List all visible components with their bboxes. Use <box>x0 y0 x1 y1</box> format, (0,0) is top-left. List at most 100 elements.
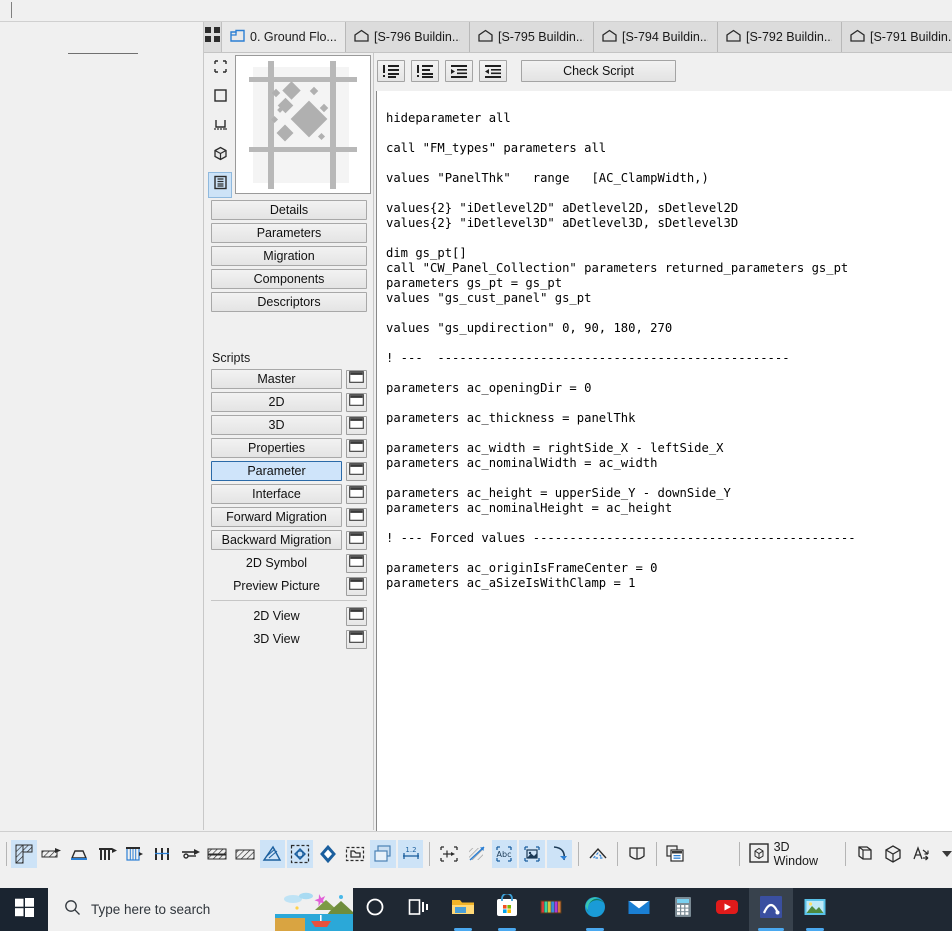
photos-icon <box>802 894 828 925</box>
section-tool[interactable] <box>585 840 611 868</box>
figure-tool[interactable] <box>519 840 545 868</box>
perspective-cube-icon[interactable] <box>880 840 906 868</box>
mesh-tool[interactable] <box>287 840 313 868</box>
taskbar-task-view-button[interactable] <box>397 888 441 931</box>
microsoft-edge-icon <box>582 894 608 925</box>
dropdown-caret-icon[interactable] <box>941 851 952 857</box>
dimension-tool[interactable]: 1.2 <box>397 840 424 868</box>
elevation-tool[interactable] <box>624 840 650 868</box>
script-button-parameter[interactable]: Parameter <box>211 461 342 481</box>
check-script-button[interactable]: Check Script <box>521 60 676 82</box>
script-button-properties[interactable]: Properties <box>211 438 342 458</box>
script-button-preview-picture[interactable]: Preview Picture <box>211 576 342 596</box>
open-view-window-button[interactable] <box>346 629 367 649</box>
object-tool[interactable] <box>315 840 341 868</box>
open-script-window-button[interactable] <box>346 553 367 573</box>
outdent-button[interactable] <box>479 60 507 82</box>
view-button-2d-view[interactable]: 2D View <box>211 606 342 626</box>
script-button-forward-migration[interactable]: Forward Migration <box>211 507 342 527</box>
windows-start-button[interactable] <box>0 888 48 931</box>
script-row: Forward Migration <box>211 507 367 527</box>
selection-rect-button[interactable] <box>208 56 232 82</box>
document-tab[interactable]: 0. Ground Flo... <box>222 22 346 52</box>
open-script-window-button[interactable] <box>346 369 367 389</box>
taskbar-file-explorer-button[interactable] <box>441 888 485 931</box>
symbol-button[interactable] <box>208 114 232 140</box>
level-dimension-tool[interactable] <box>464 840 490 868</box>
comment-lines-button[interactable] <box>377 60 405 82</box>
shell-tool[interactable] <box>232 840 258 868</box>
script-button-3d[interactable]: 3D <box>211 415 342 435</box>
axonometric-view-icon[interactable] <box>852 840 878 868</box>
open-script-window-button[interactable] <box>346 530 367 550</box>
taskbar-calculator-button[interactable] <box>661 888 705 931</box>
indent-button[interactable] <box>445 60 473 82</box>
script-button-2d[interactable]: 2D <box>211 392 342 412</box>
taskbar-winrar-button[interactable] <box>529 888 573 931</box>
arrow-tool[interactable] <box>177 840 203 868</box>
wall-tool[interactable] <box>10 840 37 868</box>
taskbar-photos-button[interactable] <box>793 888 837 931</box>
window-icon <box>349 577 364 595</box>
taskbar-microsoft-store-button[interactable] <box>485 888 529 931</box>
worksheet-tool[interactable] <box>663 840 689 868</box>
script-source-code[interactable]: hideparameter all call "FM_types" parame… <box>386 111 952 591</box>
document-tab[interactable]: [S-794 Buildin... <box>594 22 718 52</box>
slab-tool[interactable] <box>66 840 92 868</box>
taskbar-microsoft-edge-button[interactable] <box>573 888 617 931</box>
script-list-button[interactable] <box>208 172 232 198</box>
window-icon <box>349 508 364 526</box>
open-view-window-button[interactable] <box>346 606 367 626</box>
railing-tool[interactable] <box>149 840 175 868</box>
open-script-window-button[interactable] <box>346 415 367 435</box>
column-tool[interactable] <box>94 840 120 868</box>
panel-button-parameters[interactable]: Parameters <box>211 223 367 243</box>
taskbar-archicad-button[interactable] <box>749 888 793 931</box>
open-script-window-button[interactable] <box>346 438 367 458</box>
grid-view-button[interactable] <box>204 22 222 52</box>
linear-dimension-tool[interactable] <box>436 840 462 868</box>
document-tab[interactable]: [S-795 Buildin... <box>470 22 594 52</box>
document-tab[interactable]: [S-796 Buildin... <box>346 22 470 52</box>
code-editor[interactable]: hideparameter all call "FM_types" parame… <box>376 91 952 869</box>
script-button-master[interactable]: Master <box>211 369 342 389</box>
archicad-icon <box>758 894 784 925</box>
square-button[interactable] <box>208 85 232 111</box>
window-icon <box>349 607 364 625</box>
script-button-backward-migration[interactable]: Backward Migration <box>211 530 342 550</box>
taskbar-mail-button[interactable] <box>617 888 661 931</box>
document-tab[interactable]: [S-792 Buildin... <box>718 22 842 52</box>
taskbar-search-box[interactable]: Type here to search <box>48 888 353 931</box>
uncomment-lines-button[interactable] <box>411 60 439 82</box>
morph-tool[interactable] <box>259 840 286 868</box>
open-script-window-button[interactable] <box>346 461 367 481</box>
3d-window-button[interactable]: 3D Window <box>745 840 841 868</box>
open-script-window-button[interactable] <box>346 392 367 412</box>
view-button-3d-view[interactable]: 3D View <box>211 629 342 649</box>
orientation-icon[interactable] <box>907 840 933 868</box>
roof-tool[interactable] <box>204 840 230 868</box>
lamp-tool[interactable] <box>342 840 368 868</box>
winrar-icon <box>538 894 564 925</box>
open-script-window-button[interactable] <box>346 484 367 504</box>
open-script-window-button[interactable] <box>346 507 367 527</box>
object-preview-frame[interactable] <box>235 55 371 194</box>
taskbar-youtube-button[interactable] <box>705 888 749 931</box>
zone-tool[interactable] <box>370 840 396 868</box>
open-script-window-button[interactable] <box>346 576 367 596</box>
panel-button-descriptors[interactable]: Descriptors <box>211 292 367 312</box>
arc-tool[interactable] <box>546 840 573 868</box>
text-tool[interactable]: Abc <box>491 840 518 868</box>
document-tab-label: 0. Ground Flo... <box>250 30 336 44</box>
cube-3d-button[interactable] <box>208 143 232 169</box>
script-row: Preview Picture <box>211 576 367 596</box>
taskbar-cortana-button[interactable] <box>353 888 397 931</box>
beam-tool[interactable] <box>39 840 65 868</box>
document-tab[interactable]: [S-791 Buildin... <box>842 22 952 52</box>
curtain-wall-tool[interactable] <box>121 840 147 868</box>
script-button-interface[interactable]: Interface <box>211 484 342 504</box>
panel-button-components[interactable]: Components <box>211 269 367 289</box>
panel-button-details[interactable]: Details <box>211 200 367 220</box>
script-button-2d-symbol[interactable]: 2D Symbol <box>211 553 342 573</box>
panel-button-migration[interactable]: Migration <box>211 246 367 266</box>
